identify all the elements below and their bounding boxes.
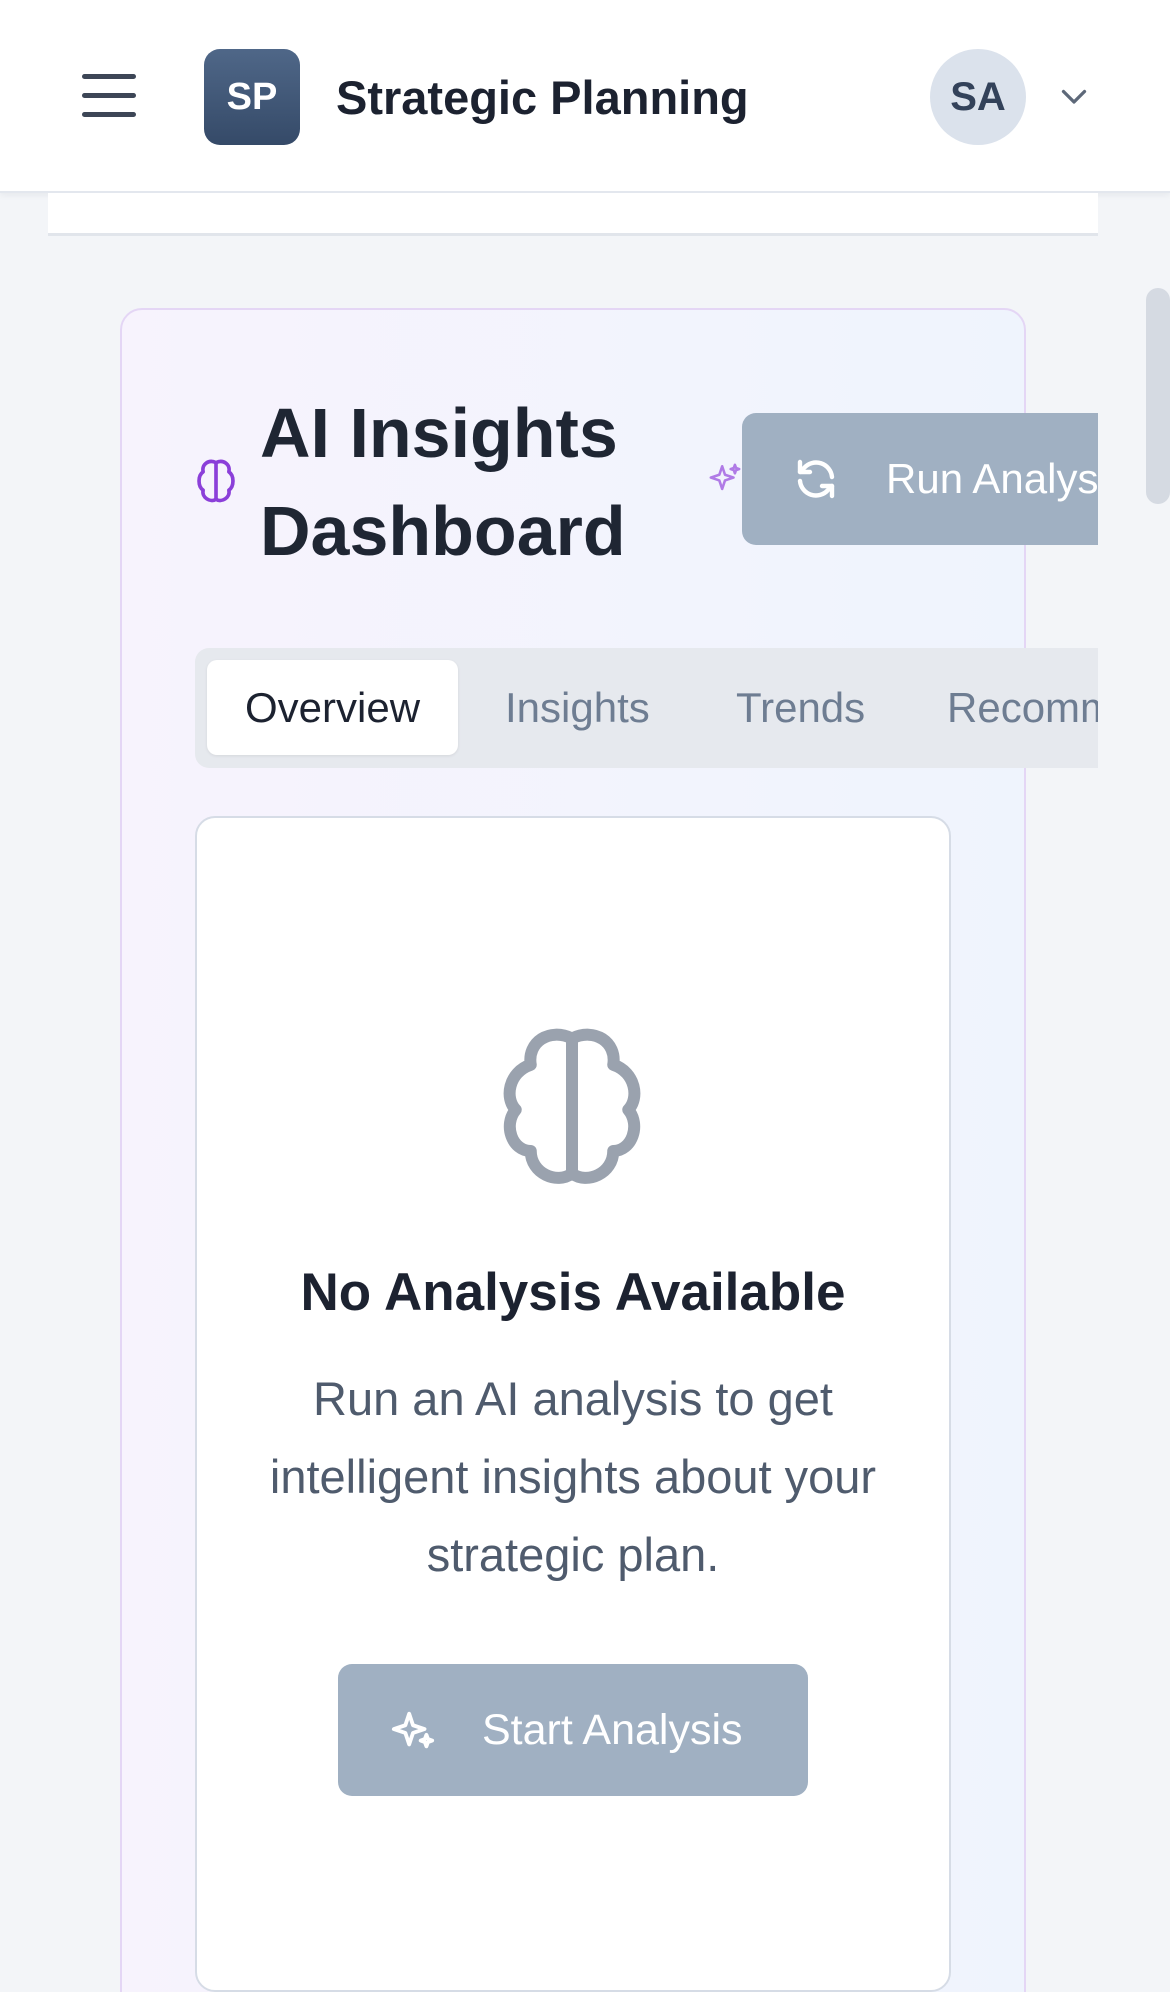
run-analysis-button[interactable]: Run Analysis	[742, 413, 1098, 545]
sparkles-icon	[709, 463, 741, 491]
top-bar: SP Strategic Planning SA	[0, 0, 1170, 193]
empty-state-title: No Analysis Available	[300, 1263, 846, 1322]
tab-recommendations[interactable]: Recommendations	[947, 660, 1098, 755]
start-analysis-label: Start Analysis	[482, 1706, 743, 1754]
tab-overview[interactable]: Overview	[207, 660, 459, 755]
tab-insights[interactable]: Insights	[505, 660, 650, 755]
page: SP Strategic Planning SA AI Insights Das…	[0, 0, 1170, 1992]
dashboard-title: AI Insights Dashboard	[260, 394, 626, 570]
previous-section-edge	[48, 193, 1098, 236]
tab-trends[interactable]: Trends	[736, 660, 865, 755]
brain-icon-large	[503, 1028, 641, 1184]
empty-state-description: Run an AI analysis to get intelligent in…	[269, 1372, 877, 1581]
start-analysis-button[interactable]: Start Analysis	[338, 1664, 808, 1796]
app-logo[interactable]: SP	[204, 49, 300, 145]
brain-icon	[197, 459, 235, 503]
dashboard-tabs: Overview Insights Trends Recommendations	[195, 648, 1098, 768]
chevron-down-icon[interactable]	[1056, 78, 1092, 114]
sparkles-icon	[391, 1711, 435, 1749]
refresh-icon	[797, 459, 835, 499]
scrollbar-thumb[interactable]	[1146, 288, 1170, 504]
user-avatar[interactable]: SA	[930, 49, 1026, 145]
run-analysis-label: Run Analysis	[886, 455, 1098, 502]
hamburger-menu-icon[interactable]	[74, 66, 140, 126]
app-title: Strategic Planning	[336, 71, 749, 124]
